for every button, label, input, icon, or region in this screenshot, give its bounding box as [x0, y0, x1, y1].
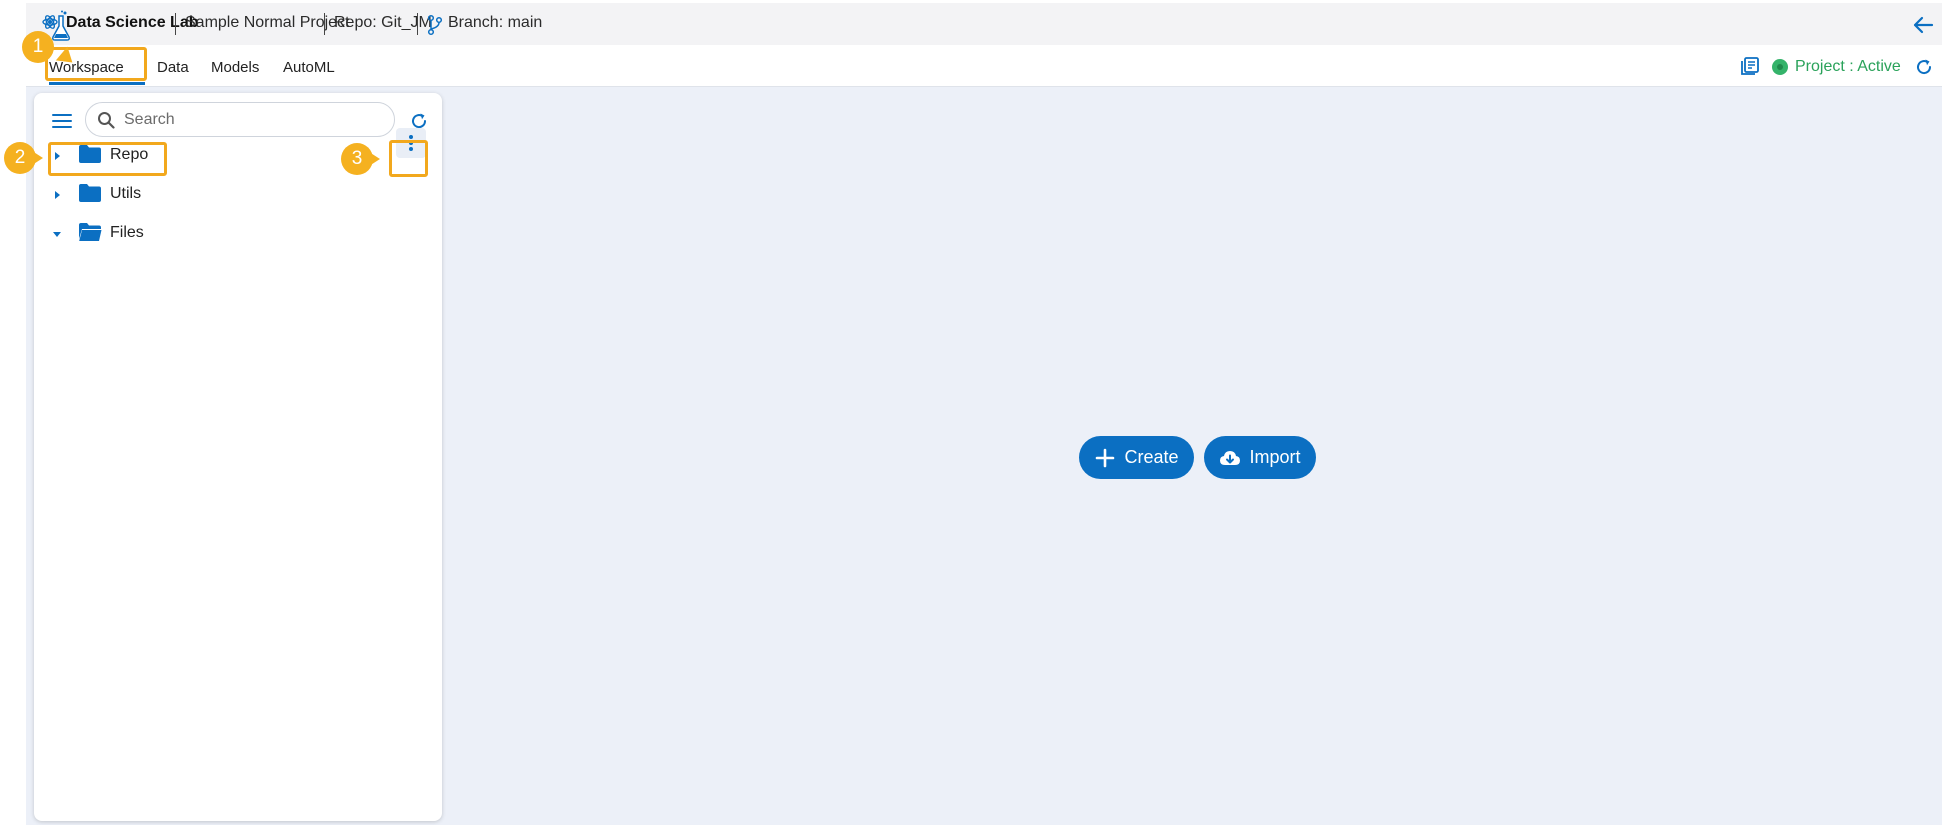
back-arrow-icon[interactable] [1912, 14, 1934, 36]
caret-right-icon[interactable] [52, 190, 62, 200]
refresh-icon[interactable] [1915, 58, 1933, 76]
create-button[interactable]: Create [1079, 436, 1194, 479]
caret-down-icon[interactable] [52, 229, 62, 239]
tab-bar: Workspace Data Models AutoML Project : A… [26, 45, 1942, 87]
callout-badge-3: 3 [341, 143, 373, 175]
import-button[interactable]: Import [1204, 436, 1316, 479]
tree-item-files[interactable]: Files [48, 219, 428, 249]
notebook-list-icon[interactable] [1740, 56, 1760, 76]
tab-automl[interactable]: AutoML [283, 59, 335, 76]
tree-item-label: Repo [110, 146, 149, 163]
callout-badge-1: 1 [22, 31, 54, 63]
caret-right-icon[interactable] [52, 151, 62, 161]
search-box [85, 102, 395, 137]
breadcrumb-divider [324, 13, 325, 35]
kebab-dot [409, 147, 413, 151]
breadcrumb-divider [175, 13, 176, 35]
search-icon [98, 112, 115, 129]
tab-data[interactable]: Data [157, 59, 189, 76]
workspace-explorer-panel: Repo Utils Files [34, 93, 442, 821]
project-status-indicator-icon [1772, 59, 1788, 75]
repo-more-options-button[interactable] [396, 128, 426, 158]
folder-open-icon [79, 223, 102, 241]
callout-badge-2: 2 [4, 142, 36, 174]
tab-models[interactable]: Models [211, 59, 259, 76]
git-branch-icon [427, 14, 443, 36]
tree-item-label: Files [110, 224, 144, 241]
breadcrumb-divider [417, 13, 418, 35]
tree-item-label: Utils [110, 185, 142, 202]
plus-icon [1096, 448, 1115, 467]
menu-icon[interactable] [52, 113, 72, 129]
active-tab-indicator [49, 82, 145, 85]
import-button-label: Import [1249, 447, 1301, 467]
app-name: Data Science Lab [66, 14, 199, 31]
tree-item-utils[interactable]: Utils [48, 180, 428, 210]
top-bar: Data Science Lab Sample Normal Project R… [26, 3, 1942, 45]
project-status: Project : Active [1795, 58, 1901, 75]
app-window: Data Science Lab Sample Normal Project R… [26, 3, 1942, 825]
folder-icon [79, 145, 101, 163]
cloud-download-icon [1220, 450, 1241, 465]
folder-icon [79, 184, 101, 202]
search-input[interactable] [124, 108, 384, 132]
kebab-dot [409, 141, 413, 145]
kebab-dot [409, 135, 413, 139]
branch-name[interactable]: Branch: main [448, 14, 542, 32]
create-button-label: Create [1124, 447, 1179, 467]
